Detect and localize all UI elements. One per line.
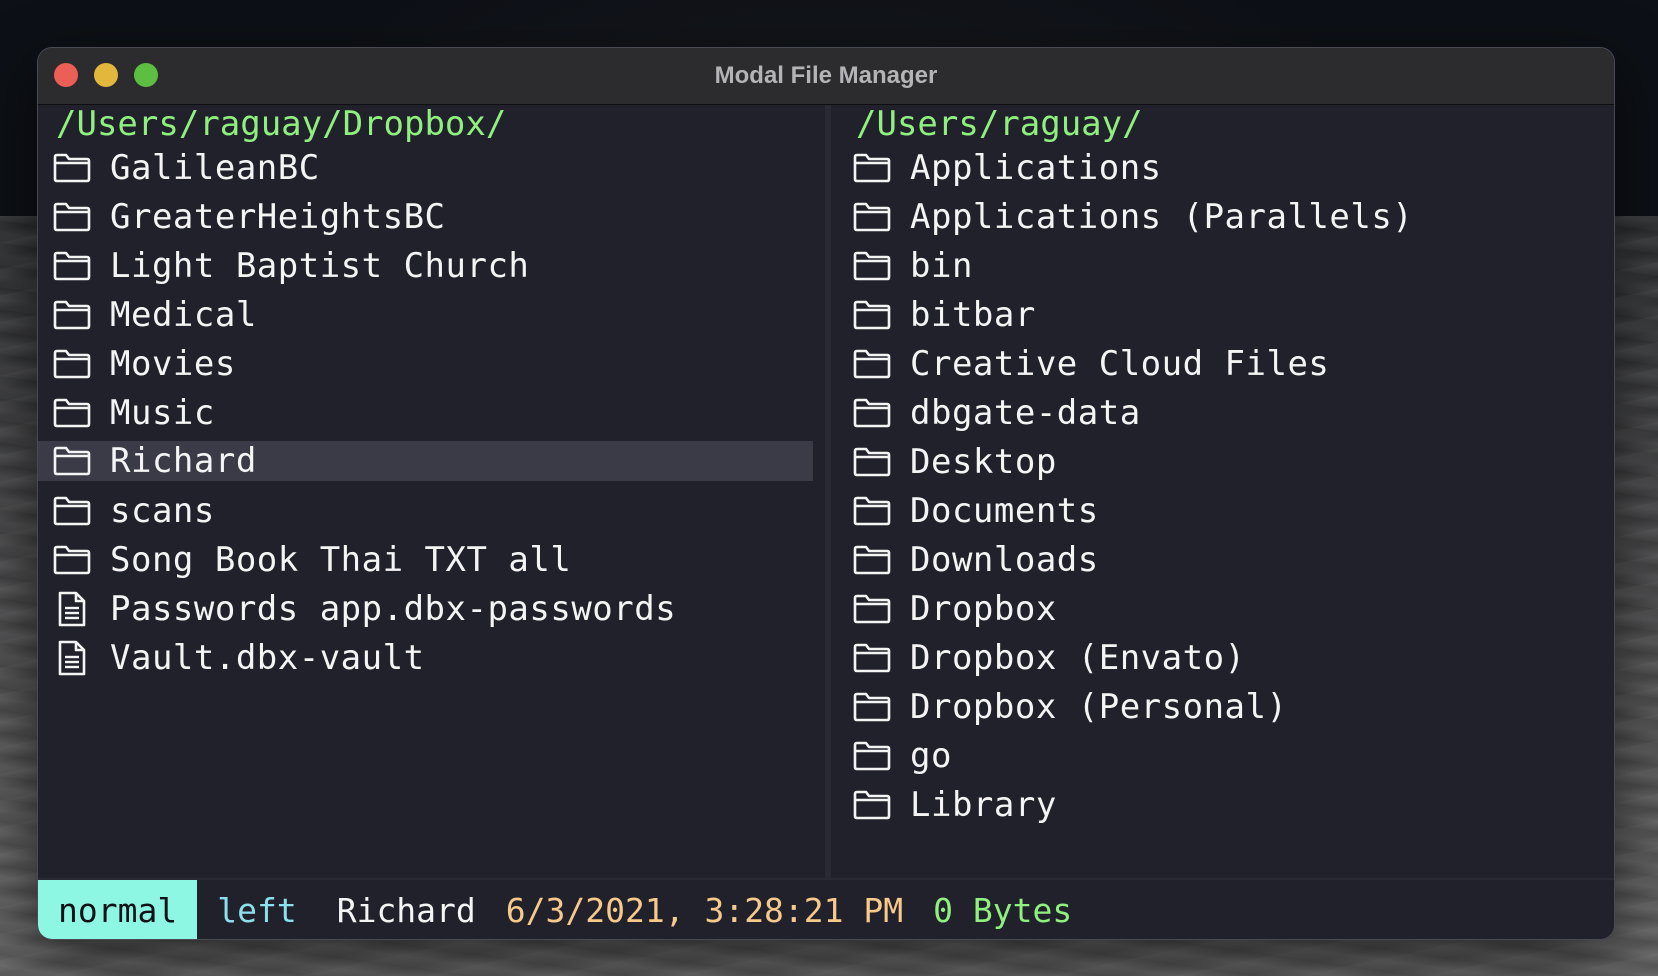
right-pane-entry[interactable]: bitbar <box>844 290 1614 339</box>
left-pane-entry[interactable]: Movies <box>38 339 813 388</box>
entry-name: GreaterHeightsBC <box>110 196 446 237</box>
left-pane-entry[interactable]: Passwords app.dbx-passwords <box>38 584 813 633</box>
entry-name: Movies <box>110 343 236 384</box>
file-document-icon <box>52 591 92 627</box>
entry-name: Dropbox <box>910 588 1057 629</box>
entry-name: Creative Cloud Files <box>910 343 1330 384</box>
pane-divider-line <box>825 105 831 921</box>
entry-name: Passwords app.dbx-passwords <box>110 588 677 629</box>
folder-icon <box>52 150 92 186</box>
selected-entry-date: 6/3/2021, 3:28:21 PM <box>505 891 904 930</box>
file-manager-window: Modal File Manager /Users/raguay/Dropbox… <box>38 48 1614 939</box>
right-pane-entry[interactable]: Downloads <box>844 535 1614 584</box>
folder-icon <box>52 443 92 479</box>
selected-entry-name: Richard <box>336 891 476 930</box>
right-pane[interactable]: /Users/raguay/ Applications Applications … <box>844 105 1614 921</box>
entry-name: Downloads <box>910 539 1099 580</box>
folder-icon <box>852 199 892 235</box>
right-pane-entry[interactable]: Documents <box>844 486 1614 535</box>
entry-name: dbgate-data <box>910 392 1141 433</box>
entry-name: GalileanBC <box>110 147 320 188</box>
entry-name: bin <box>910 245 973 286</box>
right-pane-entry[interactable]: Creative Cloud Files <box>844 339 1614 388</box>
left-file-list: GalileanBC GreaterHeightsBC Light Baptist … <box>38 143 813 682</box>
folder-icon <box>52 346 92 382</box>
folder-icon <box>52 297 92 333</box>
entry-name: Song Book Thai TXT all <box>110 539 572 580</box>
folder-icon <box>852 346 892 382</box>
left-pane-entry[interactable]: Medical <box>38 290 813 339</box>
status-bar: normal left Richard 6/3/2021, 3:28:21 PM… <box>38 878 1614 939</box>
entry-name: Music <box>110 392 215 433</box>
entry-name: scans <box>110 490 215 531</box>
right-pane-entry[interactable]: Desktop <box>844 437 1614 486</box>
left-pane-entry[interactable]: GreaterHeightsBC <box>38 192 813 241</box>
folder-icon <box>852 542 892 578</box>
folder-icon <box>852 738 892 774</box>
left-pane[interactable]: /Users/raguay/Dropbox/ GalileanBC Greater… <box>38 105 813 921</box>
entry-name: go <box>910 735 952 776</box>
left-pane-entry[interactable]: Music <box>38 388 813 437</box>
folder-icon <box>852 787 892 823</box>
entry-name: Applications <box>910 147 1162 188</box>
right-pane-entry[interactable]: go <box>844 731 1614 780</box>
entry-name: Vault.dbx-vault <box>110 637 425 678</box>
folder-icon <box>852 493 892 529</box>
folder-icon <box>52 493 92 529</box>
folder-icon <box>52 248 92 284</box>
entry-name: Documents <box>910 490 1099 531</box>
left-pane-entry[interactable]: Vault.dbx-vault <box>38 633 813 682</box>
entry-name: Library <box>910 784 1057 825</box>
left-pane-path: /Users/raguay/Dropbox/ <box>56 105 507 144</box>
folder-icon <box>852 395 892 431</box>
folder-icon <box>852 150 892 186</box>
right-pane-entry[interactable]: Applications <box>844 143 1614 192</box>
right-pane-entry[interactable]: bin <box>844 241 1614 290</box>
folder-icon <box>52 199 92 235</box>
folder-icon <box>852 297 892 333</box>
left-pane-entry-selected[interactable]: Richard <box>38 441 813 481</box>
mode-indicator: normal <box>38 880 198 939</box>
title-bar[interactable]: Modal File Manager <box>38 48 1614 105</box>
right-pane-entry[interactable]: Dropbox <box>844 584 1614 633</box>
right-file-list: Applications Applications (Parallels) bin b… <box>844 143 1614 829</box>
left-pane-entry[interactable]: Song Book Thai TXT all <box>38 535 813 584</box>
selected-entry-size: 0 Bytes <box>933 891 1073 930</box>
folder-icon <box>852 444 892 480</box>
right-pane-entry[interactable]: Library <box>844 780 1614 829</box>
entry-name: Medical <box>110 294 257 335</box>
entry-name: Dropbox (Personal) <box>910 686 1288 727</box>
entry-name: Desktop <box>910 441 1057 482</box>
folder-icon <box>852 640 892 676</box>
entry-name: bitbar <box>910 294 1036 335</box>
entry-name: Light Baptist Church <box>110 245 530 286</box>
window-title: Modal File Manager <box>714 62 938 89</box>
right-pane-entry[interactable]: Dropbox (Envato) <box>844 633 1614 682</box>
left-pane-entry[interactable]: scans <box>38 486 813 535</box>
folder-icon <box>852 248 892 284</box>
right-pane-entry[interactable]: Dropbox (Personal) <box>844 682 1614 731</box>
right-pane-entry[interactable]: Applications (Parallels) <box>844 192 1614 241</box>
folder-icon <box>52 542 92 578</box>
folder-icon <box>52 395 92 431</box>
folder-icon <box>852 591 892 627</box>
right-pane-path: /Users/raguay/ <box>856 105 1143 144</box>
folder-icon <box>852 689 892 725</box>
right-pane-entry[interactable]: dbgate-data <box>844 388 1614 437</box>
entry-name: Richard <box>110 441 257 481</box>
left-pane-entry[interactable]: Light Baptist Church <box>38 241 813 290</box>
entry-name: Applications (Parallels) <box>910 196 1414 237</box>
entry-name: Dropbox (Envato) <box>910 637 1246 678</box>
file-document-icon <box>52 640 92 676</box>
pane-divider[interactable] <box>813 105 844 921</box>
active-side-indicator: left <box>217 891 297 930</box>
left-pane-entry[interactable]: GalileanBC <box>38 143 813 192</box>
